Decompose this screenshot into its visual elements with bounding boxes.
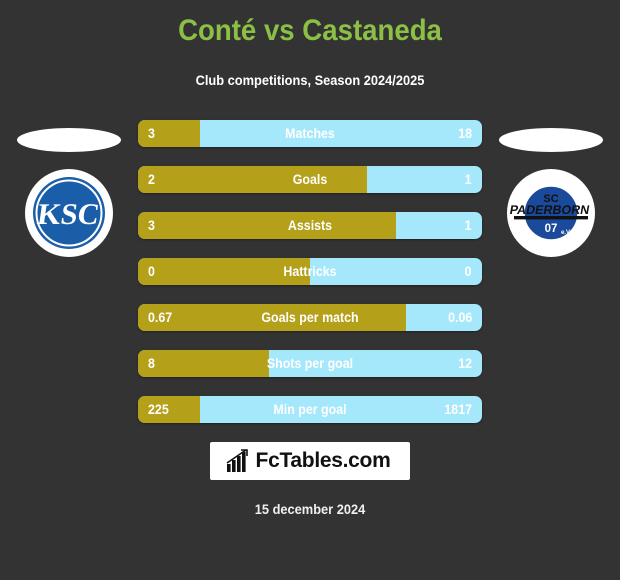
stat-row: 3 Assists 1 [138,212,482,239]
stats-bar-list: 3 Matches 18 2 Goals 1 3 Assists 1 0 Hattricks 0 0.6… [138,120,482,442]
svg-text:07: 07 [545,223,558,235]
stat-value-away: 1 [465,218,472,233]
page-footer: FcTables.com 15 december 2024 [0,442,620,517]
karlsruher-sc-crest: KSC [24,168,114,258]
stat-value-away: 12 [458,356,472,371]
stat-row: 225 Min per goal 1817 [138,396,482,423]
stat-label: Goals per match [261,310,359,325]
stat-row: 3 Matches 18 [138,120,482,147]
stat-label: Goals [292,172,328,187]
stat-value-away: 18 [458,126,472,141]
stat-row: 0.67 Goals per match 0.06 [138,304,482,331]
page-title: Conté vs Castaneda [178,14,442,47]
fctables-brand-text: FcTables.com [255,449,391,472]
stat-value-away: 0 [465,264,472,279]
report-date: 15 december 2024 [254,502,366,517]
away-team-column: SC PADERBORN 07 e.V. [482,120,620,430]
svg-text:PADERBORN: PADERBORN [509,203,591,217]
decorative-ellipse-left [17,128,121,152]
sc-paderborn-07-crest: SC PADERBORN 07 e.V. [506,168,596,258]
home-team-column: KSC [0,120,138,430]
stat-label: Hattricks [283,264,337,279]
svg-text:KSC: KSC [35,197,101,231]
page-header: Conté vs Castaneda Club competitions, Se… [0,0,620,90]
fctables-logo[interactable]: FcTables.com [209,442,411,480]
stat-value-away: 1817 [444,402,472,417]
decorative-ellipse-right [499,128,603,152]
svg-text:e.V.: e.V. [561,230,571,236]
stat-label: Matches [285,126,335,141]
stat-label: Min per goal [273,402,347,417]
stat-row: 0 Hattricks 0 [138,258,482,285]
bar-chart-icon [226,449,250,473]
stat-row: 2 Goals 1 [138,166,482,193]
stat-label: Shots per goal [266,356,354,371]
stat-row: 8 Shots per goal 12 [138,350,482,377]
comparison-area: KSC SC PADERBORN 07 e.V. 3 Matches 18 2 Goal… [0,120,620,430]
stat-value-away: 1 [465,172,472,187]
stat-value-away: 0.06 [447,310,472,325]
stat-label: Assists [287,218,333,233]
page-subtitle: Club competitions, Season 2024/2025 [195,73,425,88]
